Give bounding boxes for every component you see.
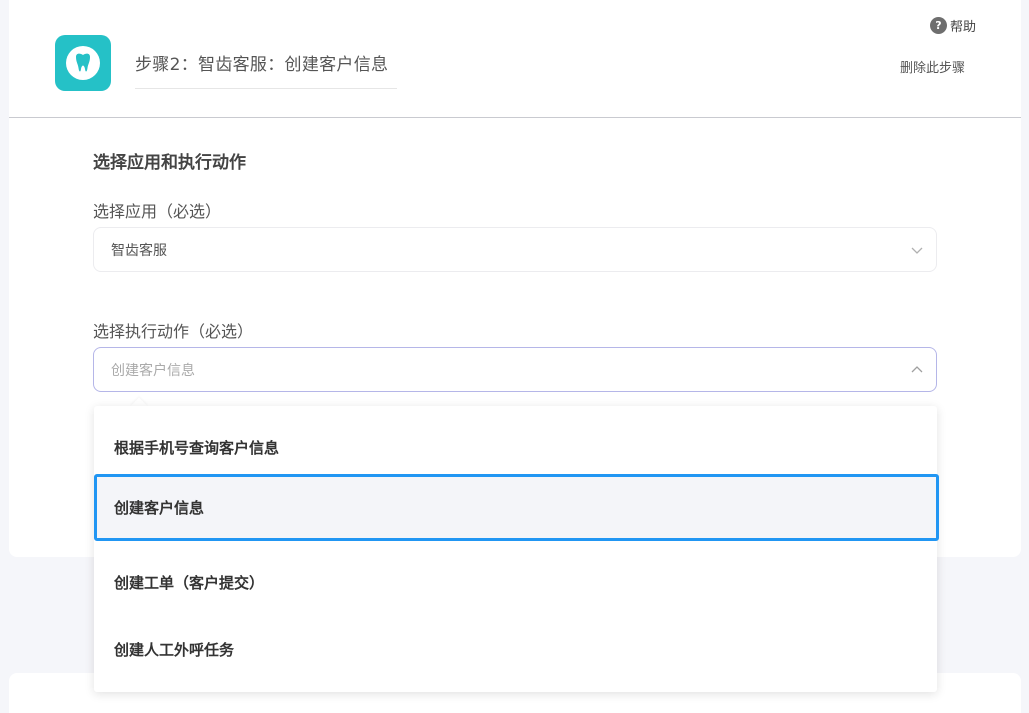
dropdown-option[interactable]: 创建工单（客户提交）: [94, 549, 937, 616]
dropdown-option[interactable]: 根据手机号查询客户信息: [94, 414, 937, 481]
dropdown-option-selected[interactable]: 创建客户信息: [94, 474, 939, 541]
tooth-icon: [66, 46, 100, 80]
help-label: 帮助: [950, 20, 977, 35]
chevron-down-icon: [911, 247, 923, 254]
section-title: 选择应用和执行动作: [93, 153, 246, 173]
action-select-placeholder: 创建客户信息: [111, 362, 195, 379]
chevron-up-icon: [911, 365, 923, 372]
step-title: 步骤2：智齿客服：创建客户信息: [135, 55, 389, 75]
app-select[interactable]: 智齿客服: [93, 227, 937, 272]
action-select-label: 选择执行动作（必选）: [93, 322, 254, 341]
action-select[interactable]: 创建客户信息: [93, 347, 937, 392]
app-select-label: 选择应用（必选）: [93, 202, 222, 221]
app-icon: [55, 35, 111, 91]
help-icon: ?: [930, 17, 947, 34]
delete-step-link[interactable]: 删除此步骤: [900, 57, 965, 76]
app-select-value: 智齿客服: [111, 242, 167, 259]
divider: [9, 117, 1021, 118]
title-underline: [135, 88, 397, 89]
dropdown-option[interactable]: 创建人工外呼任务: [94, 616, 937, 683]
action-dropdown: 根据手机号查询客户信息 创建客户信息 创建工单（客户提交） 创建人工外呼任务: [94, 406, 939, 692]
help-link[interactable]: ? 帮助: [930, 16, 976, 35]
